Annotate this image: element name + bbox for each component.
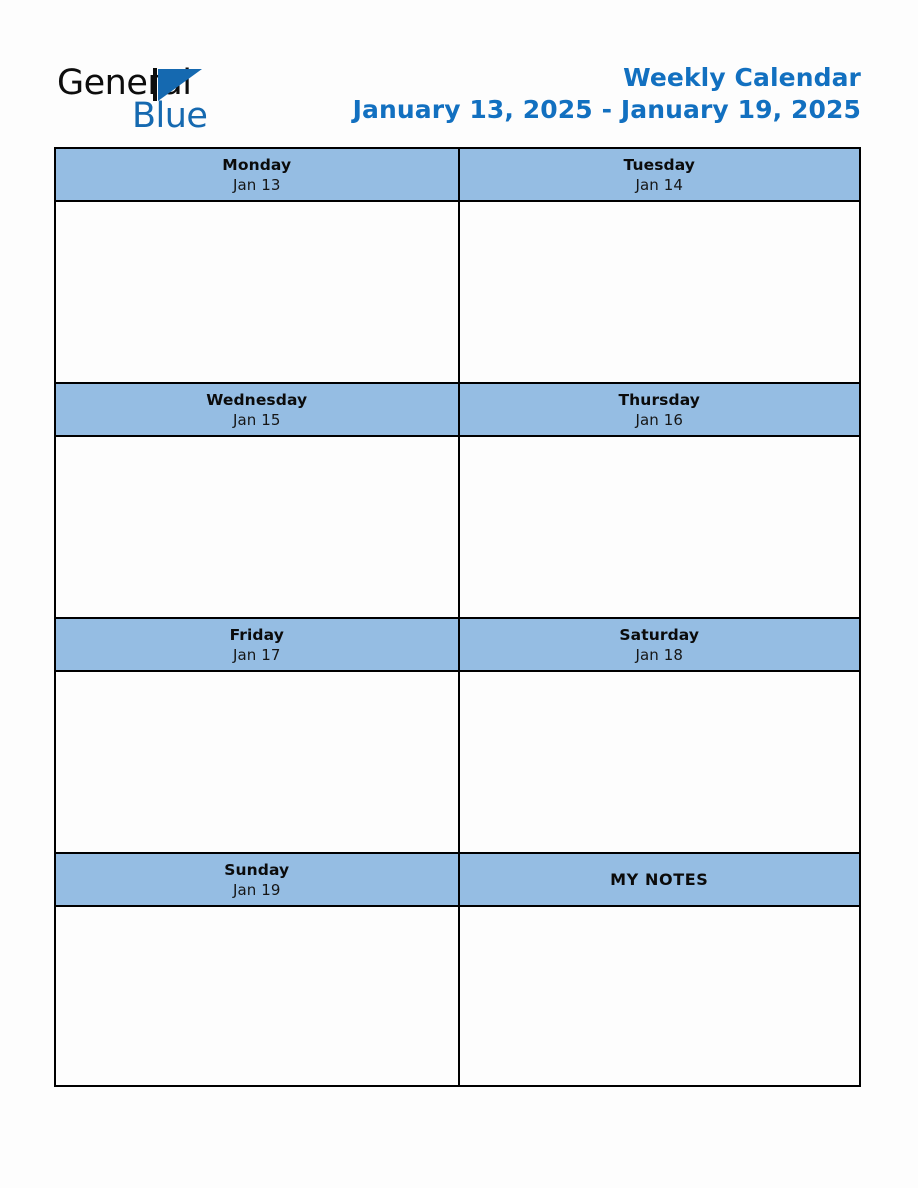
page-header: General Blue Weekly Calendar January 13,… [0, 0, 918, 145]
day-content-tuesday[interactable] [457, 200, 861, 382]
day-header-friday: Friday Jan 17 [54, 617, 458, 670]
day-date-label: Jan 18 [635, 645, 684, 664]
day-name-label: Wednesday [206, 390, 308, 409]
day-header-tuesday: Tuesday Jan 14 [457, 147, 861, 200]
title-block: Weekly Calendar January 13, 2025 - Janua… [353, 62, 861, 126]
day-name-label: Friday [229, 625, 284, 644]
day-header-sunday: Sunday Jan 19 [54, 852, 458, 905]
brand-logo: General Blue [57, 66, 257, 136]
day-content-sunday[interactable] [54, 905, 458, 1087]
day-date-label: Jan 13 [232, 175, 281, 194]
day-header-wednesday: Wednesday Jan 15 [54, 382, 458, 435]
day-content-friday[interactable] [54, 670, 458, 852]
day-content-saturday[interactable] [457, 670, 861, 852]
content-row-3 [54, 670, 861, 852]
header-row-1: Monday Jan 13 Tuesday Jan 14 [54, 147, 861, 200]
day-content-thursday[interactable] [457, 435, 861, 617]
day-name-label: Sunday [224, 860, 290, 879]
day-header-thursday: Thursday Jan 16 [457, 382, 861, 435]
day-date-label: Jan 15 [232, 410, 281, 429]
weekly-calendar-page: General Blue Weekly Calendar January 13,… [0, 0, 918, 1188]
brand-name-blue: Blue [132, 96, 208, 136]
day-name-label: Thursday [618, 390, 700, 409]
notes-title-label: MY NOTES [610, 870, 709, 889]
content-row-2 [54, 435, 861, 617]
day-content-monday[interactable] [54, 200, 458, 382]
header-row-3: Friday Jan 17 Saturday Jan 18 [54, 617, 861, 670]
notes-header: MY NOTES [457, 852, 861, 905]
day-date-label: Jan 17 [232, 645, 281, 664]
day-name-label: Monday [222, 155, 292, 174]
page-title: Weekly Calendar [623, 63, 861, 92]
calendar-grid: Monday Jan 13 Tuesday Jan 14 Wednesday J… [54, 147, 861, 1087]
day-header-monday: Monday Jan 13 [54, 147, 458, 200]
day-name-label: Tuesday [623, 155, 696, 174]
day-date-label: Jan 14 [635, 175, 684, 194]
notes-content[interactable] [457, 905, 861, 1087]
day-date-label: Jan 16 [635, 410, 684, 429]
day-header-saturday: Saturday Jan 18 [457, 617, 861, 670]
date-range: January 13, 2025 - January 19, 2025 [352, 95, 861, 124]
header-row-4: Sunday Jan 19 MY NOTES [54, 852, 861, 905]
day-date-label: Jan 19 [232, 880, 281, 899]
day-content-wednesday[interactable] [54, 435, 458, 617]
header-row-2: Wednesday Jan 15 Thursday Jan 16 [54, 382, 861, 435]
content-row-4 [54, 905, 861, 1087]
content-row-1 [54, 200, 861, 382]
day-name-label: Saturday [619, 625, 700, 644]
